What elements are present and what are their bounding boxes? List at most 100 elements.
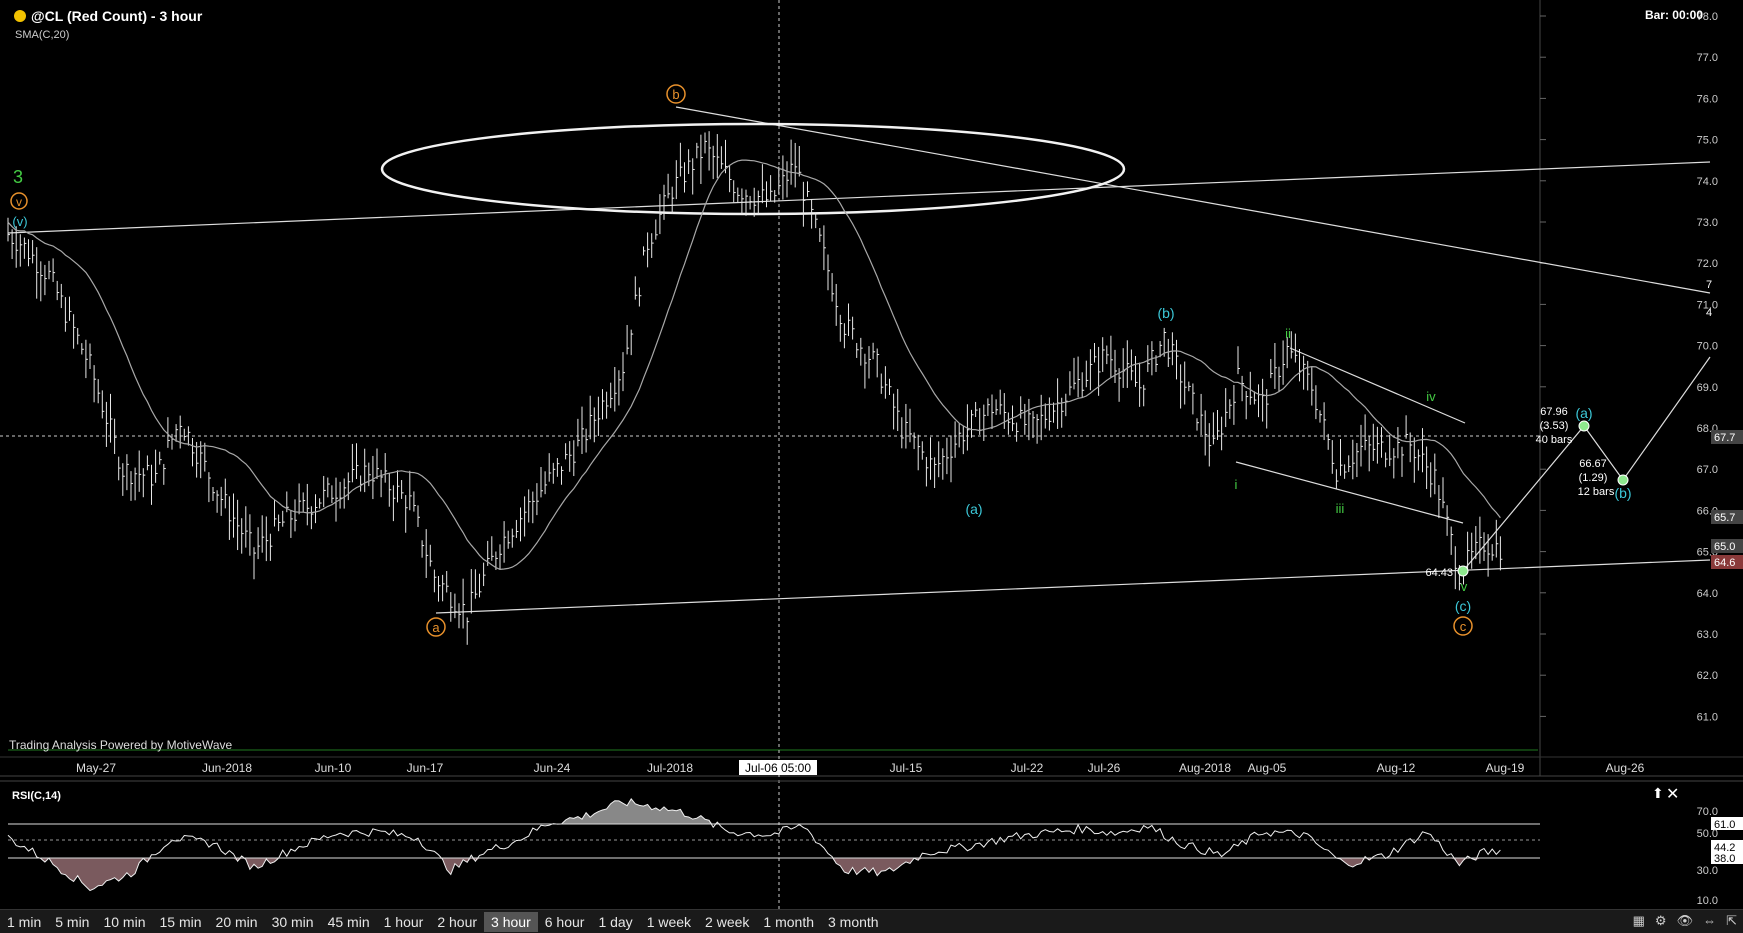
wave-b-cyan-label: (b) — [1157, 305, 1174, 321]
timeframe-button[interactable]: 1 day — [591, 912, 639, 932]
timeframe-button[interactable]: 15 min — [153, 912, 209, 932]
crosshair-time-label: Jul-06 05:00 — [745, 761, 811, 775]
trading-chart-window: 78.0 77.0 76.0 75.0 74.0 73.0 72.0 71.0 70.0 69.0… — [0, 0, 1743, 933]
top-ellipse — [380, 122, 1126, 216]
wave-iii-label: iii — [1336, 501, 1345, 516]
price-label: 63.0 — [1697, 629, 1718, 641]
proj-a-marker[interactable] — [1578, 420, 1590, 432]
rsi-axis-label: 70.0 — [1697, 806, 1718, 818]
timeframe-button[interactable]: 45 min — [321, 912, 377, 932]
wave-iv-label: iv — [1426, 389, 1436, 404]
rsi-tag-label: 38.0 — [1714, 853, 1735, 865]
price-label: 62.0 — [1697, 670, 1718, 682]
price-label: 70.0 — [1697, 341, 1718, 353]
fit-icon[interactable]: ⇱ — [1726, 913, 1737, 929]
low-point-marker — [1457, 565, 1469, 577]
time-label: Aug-26 — [1606, 761, 1645, 775]
time-label: Jul-2018 — [647, 761, 693, 775]
timeframe-button[interactable]: 20 min — [209, 912, 265, 932]
timeframe-button[interactable]: 5 min — [48, 912, 96, 932]
proj-a-label: (a) — [1575, 405, 1592, 421]
low-price-label: 64.43 — [1425, 567, 1453, 579]
price-bars — [7, 131, 1503, 645]
rsi-axis: 70.061.050.044.238.030.010.0 — [1697, 806, 1743, 907]
sma-line — [7, 159, 1501, 571]
rsi-overbought-fill — [8, 798, 1501, 825]
timeframe-button[interactable]: 1 week — [640, 912, 698, 932]
projection-labels: 64.43 67.96 (3.53) 40 bars 66.67 (1.29) … — [1425, 406, 1614, 579]
time-label: Aug-19 — [1486, 761, 1525, 775]
time-label: Jun-17 — [407, 761, 444, 775]
timeframe-button[interactable]: 1 min — [0, 912, 48, 932]
time-label: Aug-05 — [1248, 761, 1287, 775]
price-side-label: 4 — [1706, 307, 1712, 319]
wave-c-cyan-label: (c) — [1455, 598, 1471, 614]
proj-b-change: (1.29) — [1579, 472, 1608, 484]
wave-i-label: i — [1235, 477, 1238, 492]
time-axis[interactable]: May-27 Jun-2018 Jun-10 Jun-17 Jun-24 Jul-2018… — [76, 761, 1645, 775]
timeframe-bar: 1 min 5 min 10 min 15 min 20 min 30 min 45 min… — [0, 909, 1743, 933]
wave-b-orange-label: b — [672, 87, 679, 102]
scale-icon[interactable]: ⇔ — [1703, 913, 1716, 929]
time-label: Aug-2018 — [1179, 761, 1231, 775]
timeframe-buttons: 1 min 5 min 10 min 15 min 20 min 30 min 45 min… — [0, 911, 886, 932]
rsi-close-icon: ✕ — [1666, 786, 1679, 803]
wave-v-cyan-label: (v) — [12, 214, 27, 229]
timeframe-button[interactable]: 2 week — [698, 912, 756, 932]
timeframe-button[interactable]: 30 min — [265, 912, 321, 932]
price-label: 75.0 — [1697, 135, 1718, 147]
symbol-title: @CL (Red Count) - 3 hour — [31, 8, 203, 24]
price-tag-label: 67.7 — [1714, 432, 1735, 444]
rsi-maximize-icon: ⬆ — [1652, 785, 1664, 801]
trendline-upper — [7, 161, 1711, 234]
timeframe-button[interactable]: 10 min — [96, 912, 152, 932]
time-label: Aug-12 — [1377, 761, 1416, 775]
rsi-title: RSI(C,14) — [12, 790, 61, 802]
trendline-b-down — [675, 106, 1711, 294]
timeframe-button[interactable]: 2 hour — [430, 912, 484, 932]
price-label: 64.0 — [1697, 588, 1718, 600]
price-tag-label: 65.7 — [1714, 512, 1735, 524]
price-label: 67.0 — [1697, 464, 1718, 476]
time-label: Jun-2018 — [202, 761, 252, 775]
chart-tools: ▦ ⚙ 👁 ⇔ ⇱ — [1633, 913, 1737, 929]
bar-timer: Bar: 00:00 — [1645, 8, 1703, 22]
status-dot — [14, 10, 26, 22]
wave-3-label: 3 — [13, 167, 23, 187]
rsi-line — [7, 798, 1501, 892]
price-side-label: 7 — [1706, 279, 1712, 291]
time-label: Jun-24 — [534, 761, 571, 775]
timeframe-button[interactable]: 1 month — [756, 912, 821, 932]
price-label: 61.0 — [1697, 711, 1718, 723]
rsi-axis-label: 50.0 — [1697, 828, 1718, 840]
price-axis[interactable]: 78.077.076.075.074.073.072.071.070.069.0… — [1540, 11, 1743, 723]
rsi-axis-label: 10.0 — [1697, 895, 1718, 907]
price-label: 76.0 — [1697, 93, 1718, 105]
proj-b-price: 66.67 — [1579, 458, 1607, 470]
grid-icon[interactable]: ▦ — [1633, 913, 1645, 929]
time-label: Jun-10 — [315, 761, 352, 775]
rsi-panel[interactable] — [7, 798, 1501, 892]
timeframe-button[interactable]: 3 hour — [484, 911, 538, 932]
wave-ii-label: ii — [1285, 326, 1291, 341]
settings-icon[interactable]: ⚙ — [1655, 913, 1667, 929]
timeframe-button[interactable]: 3 month — [821, 912, 886, 932]
wave-v-orange-label: v — [16, 195, 22, 209]
proj-b-label: (b) — [1614, 485, 1631, 501]
time-label: Jul-22 — [1011, 761, 1044, 775]
price-tag-label: 64.6 — [1714, 557, 1735, 569]
wave-a-cyan-label: (a) — [965, 501, 982, 517]
wave-c-orange-label: c — [1460, 619, 1467, 634]
time-label: Jul-26 — [1088, 761, 1121, 775]
timeframe-button[interactable]: 6 hour — [538, 912, 592, 932]
wedge-bottom — [1235, 461, 1464, 524]
proj-b-marker[interactable] — [1617, 474, 1629, 486]
proj-a-price: 67.96 — [1540, 406, 1568, 418]
price-tag-label: 65.0 — [1714, 541, 1735, 553]
price-label: 77.0 — [1697, 52, 1718, 64]
chart-canvas[interactable]: 78.077.076.075.074.073.072.071.070.069.0… — [0, 0, 1743, 909]
trendline-lower — [435, 559, 1711, 614]
timeframe-button[interactable]: 1 hour — [377, 912, 431, 932]
view-icon[interactable]: 👁 — [1677, 913, 1694, 929]
price-label: 74.0 — [1697, 176, 1718, 188]
